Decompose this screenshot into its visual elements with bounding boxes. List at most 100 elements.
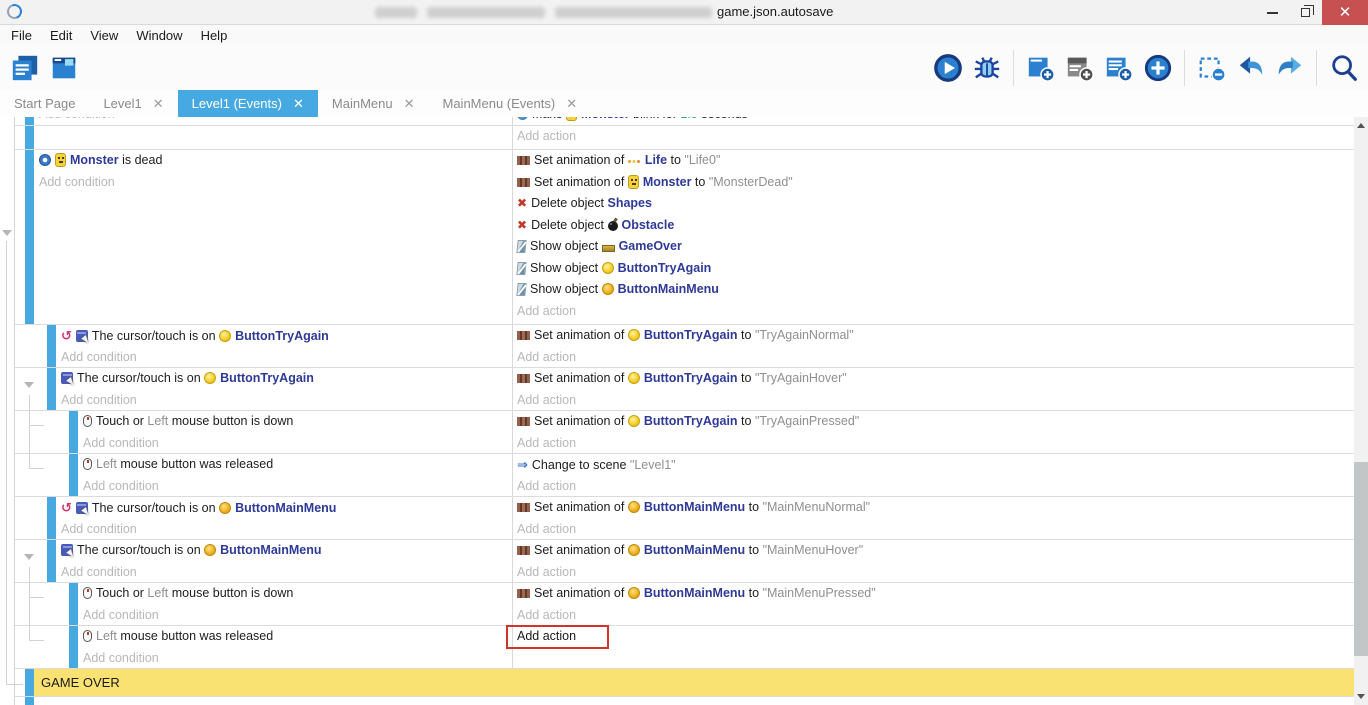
add-action-placeholder[interactable]: Add action xyxy=(517,608,576,622)
event-action-line[interactable]: ✖Delete object Shapes xyxy=(517,193,1354,215)
add-condition-placeholder[interactable]: Add condition xyxy=(83,479,159,493)
event-action-line[interactable]: Set animation of Monster to "MonsterDead… xyxy=(517,172,1354,194)
event-condition-line[interactable]: The cursor/touch is on ButtonTryAgain xyxy=(61,368,512,390)
event-action-line[interactable]: Set animation of ButtonTryAgain to "TryA… xyxy=(517,325,1354,347)
conditions-cell[interactable]: Add condition xyxy=(15,117,513,149)
comment-row[interactable]: GAME OVER xyxy=(15,669,1354,697)
add-action-placeholder[interactable]: Add action xyxy=(517,565,576,579)
tab-close-icon[interactable]: ✕ xyxy=(293,96,304,112)
add-condition-placeholder[interactable]: Add condition xyxy=(83,651,159,665)
event-action-line[interactable]: Set animation of ButtonTryAgain to "TryA… xyxy=(517,368,1354,390)
collapse-arrow-icon[interactable] xyxy=(24,382,34,388)
vertical-scrollbar[interactable] xyxy=(1354,117,1368,705)
add-action-placeholder[interactable]: Add action xyxy=(517,350,576,364)
actions-cell[interactable]: Add action xyxy=(513,626,1354,668)
add-action-placeholder[interactable]: Add action xyxy=(517,393,576,407)
actions-cell[interactable]: Make Monster blink for 1.5 secondsAdd ac… xyxy=(513,117,1354,149)
scroll-thumb[interactable] xyxy=(1354,462,1368,656)
menu-edit[interactable]: Edit xyxy=(41,28,81,43)
conditions-cell[interactable]: The cursor/touch is on ButtonTryAgain Add… xyxy=(15,368,513,410)
actions-cell[interactable]: Set animation of ButtonMainMenu to "Main… xyxy=(513,497,1354,539)
toolbar-start-page-button[interactable] xyxy=(47,49,80,87)
event-condition-line[interactable]: Left mouse button was released xyxy=(83,626,512,648)
event-condition-line[interactable]: ↺The cursor/touch is on ButtonMainMenu xyxy=(61,497,512,519)
menu-file[interactable]: File xyxy=(2,28,41,43)
close-button[interactable]: ✕ xyxy=(1322,0,1368,25)
add-action-placeholder[interactable]: Add action xyxy=(517,522,576,536)
event-condition-line[interactable]: Monster is dead xyxy=(39,150,512,172)
toolbar-add-event-button[interactable] xyxy=(1024,49,1057,87)
collapse-arrow-icon[interactable] xyxy=(24,554,34,560)
scroll-down-button[interactable] xyxy=(1357,694,1365,699)
add-action-placeholder[interactable]: Add action xyxy=(517,304,576,318)
actions-cell[interactable]: Set animation of ButtonMainMenu to "Main… xyxy=(513,540,1354,582)
actions-cell[interactable]: Set animation of Life to "Life0"Set anim… xyxy=(513,150,1354,324)
toolbar-add-comment-button[interactable] xyxy=(1063,49,1096,87)
toolbar-add-subevent-button[interactable] xyxy=(1102,49,1135,87)
add-condition-placeholder[interactable]: Add condition xyxy=(61,393,137,407)
actions-cell[interactable]: Set animation of ButtonMainMenu to "Main… xyxy=(513,583,1354,625)
toolbar-project-manager-button[interactable] xyxy=(8,49,41,87)
conditions-cell[interactable]: Left mouse button was released Add condit… xyxy=(15,454,513,496)
tab-mainmenu[interactable]: MainMenu✕ xyxy=(318,90,429,117)
tab-close-icon[interactable]: ✕ xyxy=(566,96,577,112)
toolbar-redo-button[interactable] xyxy=(1273,49,1306,87)
tab-start-page[interactable]: Start Page xyxy=(0,90,89,117)
minimize-button[interactable] xyxy=(1256,0,1289,25)
toolbar-play-button[interactable] xyxy=(931,49,964,87)
menu-help[interactable]: Help xyxy=(192,28,237,43)
actions-cell[interactable]: Set animation of ButtonTryAgain to "TryA… xyxy=(513,368,1354,410)
conditions-cell[interactable]: Touch or Left mouse button is down Add co… xyxy=(15,583,513,625)
add-condition-placeholder[interactable]: Add condition xyxy=(83,436,159,450)
event-condition-line[interactable]: The cursor/touch is on ButtonMainMenu xyxy=(61,540,512,562)
conditions-cell[interactable]: Monster is dead Add condition xyxy=(15,150,513,324)
scroll-up-button[interactable] xyxy=(1357,123,1365,128)
event-action-line[interactable]: Set animation of ButtonMainMenu to "Main… xyxy=(517,497,1354,519)
tab-level1[interactable]: Level1✕ xyxy=(89,90,177,117)
actions-cell[interactable]: Set animation of ButtonTryAgain to "TryA… xyxy=(513,411,1354,453)
add-condition-placeholder[interactable]: Add condition xyxy=(39,175,115,189)
add-action-placeholder[interactable]: Add action xyxy=(517,479,576,493)
menu-window[interactable]: Window xyxy=(127,28,191,43)
toolbar-search-button[interactable] xyxy=(1327,49,1360,87)
toolbar-remove-selection-button[interactable] xyxy=(1195,49,1228,87)
toolbar-debug-button[interactable] xyxy=(970,49,1003,87)
conditions-cell[interactable]: The cursor/touch is on ButtonMainMenu Add… xyxy=(15,540,513,582)
event-condition-line[interactable]: ↺The cursor/touch is on ButtonTryAgain xyxy=(61,325,512,347)
event-action-line[interactable]: Show object ButtonTryAgain xyxy=(517,258,1354,280)
menu-view[interactable]: View xyxy=(81,28,127,43)
collapse-arrow-icon[interactable] xyxy=(2,230,12,236)
conditions-cell[interactable]: ↺The cursor/touch is on ButtonTryAgain Ad… xyxy=(15,325,513,367)
event-action-line[interactable]: Set animation of Life to "Life0" xyxy=(517,150,1354,172)
actions-cell[interactable]: ⇒Change to scene "Level1" Add action xyxy=(513,454,1354,496)
tab-level1-events-[interactable]: Level1 (Events)✕ xyxy=(178,90,318,117)
event-condition-line[interactable]: Left mouse button was released xyxy=(83,454,512,476)
event-action-line[interactable]: ⇒Change to scene "Level1" xyxy=(517,454,1354,476)
event-action-line[interactable]: Set animation of ButtonMainMenu to "Main… xyxy=(517,583,1354,605)
event-condition-line[interactable]: Touch or Left mouse button is down xyxy=(83,583,512,605)
add-condition-placeholder[interactable]: Add condition xyxy=(61,565,137,579)
actions-cell[interactable]: Set animation of ButtonTryAgain to "TryA… xyxy=(513,325,1354,367)
add-condition-placeholder[interactable]: Add condition xyxy=(39,117,115,121)
event-condition-line[interactable]: Touch or Left mouse button is down xyxy=(83,411,512,433)
event-action-line[interactable]: Set animation of ButtonMainMenu to "Main… xyxy=(517,540,1354,562)
add-condition-placeholder[interactable]: Add condition xyxy=(61,522,137,536)
conditions-cell[interactable]: Left mouse button was released Add condit… xyxy=(15,626,513,668)
conditions-cell[interactable]: Touch or Left mouse button is down Add co… xyxy=(15,411,513,453)
event-action-line[interactable]: Set animation of ButtonTryAgain to "TryA… xyxy=(517,411,1354,433)
add-condition-placeholder[interactable]: Add condition xyxy=(83,608,159,622)
tab-close-icon[interactable]: ✕ xyxy=(153,96,164,112)
toolbar-add-new-button[interactable] xyxy=(1141,49,1174,87)
event-action-line[interactable]: Show object ButtonMainMenu xyxy=(517,279,1354,301)
blink-icon xyxy=(517,117,528,120)
tab-close-icon[interactable]: ✕ xyxy=(404,96,415,112)
event-action-line[interactable]: Show object GameOver xyxy=(517,236,1354,258)
add-action-placeholder[interactable]: Add action xyxy=(517,129,576,143)
tab-mainmenu-events-[interactable]: MainMenu (Events)✕ xyxy=(429,90,592,117)
toolbar-undo-button[interactable] xyxy=(1234,49,1267,87)
add-condition-placeholder[interactable]: Add condition xyxy=(61,350,137,364)
restore-button[interactable] xyxy=(1289,0,1322,25)
add-action-placeholder[interactable]: Add action xyxy=(517,436,576,450)
event-action-line[interactable]: ✖Delete object Obstacle xyxy=(517,215,1354,237)
conditions-cell[interactable]: ↺The cursor/touch is on ButtonMainMenu Ad… xyxy=(15,497,513,539)
